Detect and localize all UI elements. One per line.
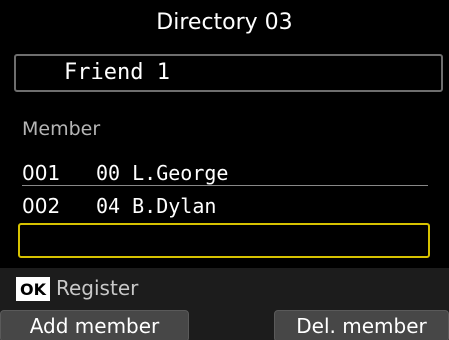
member-number: 002 — [22, 194, 61, 218]
member-list-label: Member — [22, 118, 101, 140]
member-entry: 00 L.George — [96, 161, 229, 185]
group-name-value: Friend 1 — [64, 60, 170, 85]
member-number: 001 — [22, 161, 61, 185]
add-member-button[interactable]: Add member — [0, 310, 189, 340]
ok-key-icon: OK — [16, 277, 50, 301]
delete-member-button[interactable]: Del. member — [274, 310, 449, 340]
member-list-item[interactable]: 002 04 B.Dylan — [22, 188, 428, 220]
new-member-slot[interactable] — [18, 223, 430, 258]
printer-lcd-screen: Directory 03 Friend 1 Member 001 00 L.Ge… — [0, 0, 449, 340]
member-list-item[interactable]: 001 00 L.George — [22, 155, 428, 187]
ok-action-label: Register — [56, 276, 139, 300]
list-divider — [22, 185, 428, 186]
screen-title: Directory 03 — [156, 9, 293, 35]
member-entry: 04 B.Dylan — [96, 194, 217, 218]
group-name-field[interactable]: Friend 1 — [14, 54, 443, 92]
